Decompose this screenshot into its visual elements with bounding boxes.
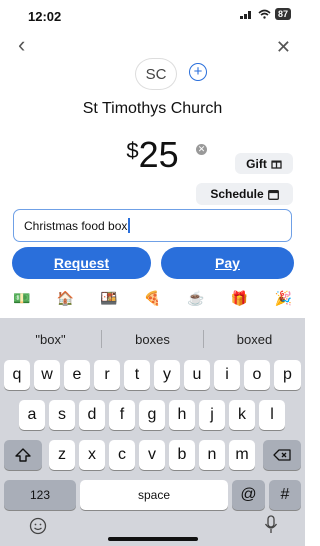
schedule-label: Schedule <box>210 187 264 201</box>
home-indicator <box>108 537 198 541</box>
gift-button[interactable]: Gift <box>235 153 293 174</box>
shift-key[interactable] <box>4 440 42 470</box>
schedule-button[interactable]: Schedule <box>196 183 293 205</box>
backspace-icon <box>273 449 291 461</box>
key[interactable]: a <box>19 400 45 430</box>
key[interactable]: r <box>94 360 120 390</box>
hash-key[interactable]: # <box>269 480 301 510</box>
emoji-suggestion-row: 💵 🏠 🍱 🍕 ☕ 🎁 🎉 <box>0 284 305 312</box>
microphone-icon[interactable] <box>264 515 278 540</box>
pizza-emoji[interactable]: 🍕 <box>144 290 161 307</box>
emoji-keyboard-icon[interactable] <box>29 517 47 540</box>
note-text: Christmas food box <box>24 218 128 233</box>
key[interactable]: b <box>169 440 195 470</box>
key[interactable]: p <box>274 360 301 390</box>
suggestion-item[interactable]: "box" <box>0 332 101 347</box>
key[interactable]: c <box>109 440 135 470</box>
gift-emoji[interactable]: 🎁 <box>231 290 248 307</box>
clear-amount-icon[interactable]: ✕ <box>196 144 207 155</box>
key[interactable]: h <box>169 400 195 430</box>
key[interactable]: x <box>79 440 105 470</box>
status-time: 12:02 <box>28 9 62 24</box>
key[interactable]: k <box>229 400 255 430</box>
food-emoji[interactable]: 🍱 <box>100 290 117 307</box>
key[interactable]: u <box>184 360 210 390</box>
key[interactable]: i <box>214 360 240 390</box>
gift-label: Gift <box>246 156 267 171</box>
pay-button[interactable]: Pay <box>161 247 294 279</box>
suggestion-item[interactable]: boxed <box>204 332 305 347</box>
key[interactable]: s <box>49 400 75 430</box>
wifi-icon <box>258 9 271 19</box>
add-recipient-plus-icon[interactable]: + <box>189 63 207 81</box>
key[interactable]: e <box>64 360 90 390</box>
keyboard-suggestions: "box" boxes boxed <box>0 324 305 354</box>
amount-value: 25 <box>138 134 179 175</box>
note-input[interactable]: Christmas food box <box>13 209 292 242</box>
key[interactable]: q <box>4 360 30 390</box>
gift-icon <box>271 160 282 169</box>
calendar-icon <box>267 189 279 200</box>
key[interactable]: z <box>49 440 75 470</box>
suggestion-item[interactable]: boxes <box>102 332 203 347</box>
text-cursor <box>128 218 130 233</box>
key[interactable]: f <box>109 400 135 430</box>
key[interactable]: g <box>139 400 165 430</box>
numbers-key[interactable]: 123 <box>4 480 76 510</box>
house-emoji[interactable]: 🏠 <box>57 290 74 307</box>
keyboard: "box" boxes boxed q w e r t y u i o p a … <box>0 318 305 546</box>
money-emoji[interactable]: 💵 <box>13 290 30 307</box>
at-key[interactable]: @ <box>232 480 265 510</box>
battery-icon: 87 <box>274 8 291 20</box>
key[interactable]: y <box>154 360 180 390</box>
request-button[interactable]: Request <box>12 247 151 279</box>
shift-arrow-icon <box>15 448 31 462</box>
signal-icon <box>239 11 251 19</box>
key[interactable]: t <box>124 360 150 390</box>
key[interactable]: o <box>244 360 270 390</box>
key[interactable]: l <box>259 400 285 430</box>
space-key[interactable]: space <box>80 480 228 510</box>
avatar: SC <box>135 58 177 90</box>
key[interactable]: m <box>229 440 255 470</box>
key[interactable]: w <box>34 360 60 390</box>
currency-symbol: $ <box>126 138 139 163</box>
close-icon[interactable]: ✕ <box>276 38 291 56</box>
back-chevron-icon[interactable]: ‹ <box>18 34 25 56</box>
party-emoji[interactable]: 🎉 <box>274 290 291 307</box>
key[interactable]: j <box>199 400 225 430</box>
key[interactable]: d <box>79 400 105 430</box>
key[interactable]: n <box>199 440 225 470</box>
coffee-emoji[interactable]: ☕ <box>187 290 204 307</box>
status-icons: 87 <box>239 8 291 20</box>
backspace-key[interactable] <box>263 440 301 470</box>
recipient-name: St Timothys Church <box>82 100 223 117</box>
key[interactable]: v <box>139 440 165 470</box>
